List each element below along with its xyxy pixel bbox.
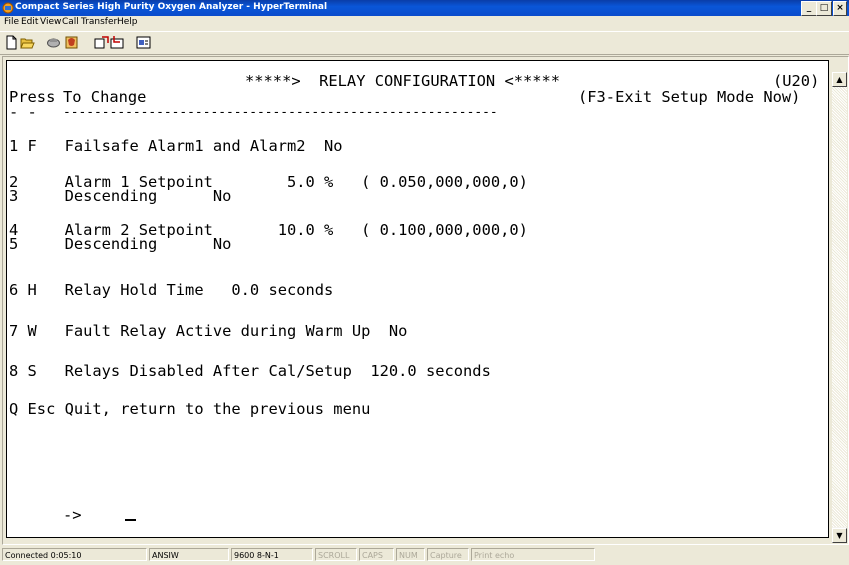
menu-file[interactable]: File bbox=[4, 17, 19, 27]
menu-transfer[interactable]: Transfer bbox=[81, 17, 117, 27]
scroll-indicator: SCROLL bbox=[315, 548, 357, 561]
caps-indicator: CAPS bbox=[359, 548, 394, 561]
vertical-scrollbar[interactable]: ▲ ▼ bbox=[832, 72, 847, 543]
text-cursor bbox=[125, 519, 136, 521]
receive-icon[interactable] bbox=[110, 35, 125, 50]
separator-line: ----------------------------------------… bbox=[63, 105, 498, 120]
menu-option-6: 6 H Relay Hold Time 0.0 seconds bbox=[9, 281, 334, 299]
scroll-up-button[interactable]: ▲ bbox=[832, 72, 847, 87]
window-title: Compact Series High Purity Oxygen Analyz… bbox=[15, 2, 328, 12]
scroll-track[interactable] bbox=[832, 87, 847, 527]
capture-indicator: Capture bbox=[427, 548, 469, 561]
status-bar: Connected 0:05:10 ANSIW 9600 8-N-1 SCROL… bbox=[0, 545, 849, 565]
open-icon[interactable] bbox=[20, 35, 35, 50]
port-settings: 9600 8-N-1 bbox=[231, 548, 313, 561]
menu-option-quit: Q Esc Quit, return to the previous menu bbox=[9, 400, 371, 418]
properties-icon[interactable] bbox=[136, 35, 151, 50]
menu-option-3: 3 Descending No bbox=[9, 187, 232, 205]
exit-hint: (F3-Exit Setup Mode Now) bbox=[578, 88, 801, 106]
menu-help[interactable]: Help bbox=[117, 17, 138, 27]
screen-title: *****> RELAY CONFIGURATION <***** bbox=[245, 72, 561, 90]
num-indicator: NUM bbox=[396, 548, 425, 561]
command-prompt: -> bbox=[63, 506, 82, 524]
menu-option-7: 7 W Fault Relay Active during Warm Up No bbox=[9, 322, 408, 340]
menu-option-1: 1 F Failsafe Alarm1 and Alarm2 No bbox=[9, 137, 343, 155]
menu-edit[interactable]: Edit bbox=[21, 17, 38, 27]
menu-option-8: 8 S Relays Disabled After Cal/Setup 120.… bbox=[9, 362, 491, 380]
hyperterminal-icon bbox=[2, 2, 14, 14]
connection-time: Connected 0:05:10 bbox=[2, 548, 147, 561]
close-button[interactable]: × bbox=[833, 1, 847, 16]
print-echo-indicator: Print echo bbox=[471, 548, 595, 561]
title-bar: Compact Series High Purity Oxygen Analyz… bbox=[0, 0, 849, 16]
disconnect-icon[interactable] bbox=[46, 35, 61, 50]
menu-view[interactable]: View bbox=[40, 17, 61, 27]
maximize-button[interactable]: □ bbox=[816, 1, 832, 16]
minimize-button[interactable]: _ bbox=[801, 1, 817, 16]
send-icon[interactable] bbox=[94, 35, 109, 50]
emulation-type: ANSIW bbox=[149, 548, 229, 561]
toolbar bbox=[0, 31, 849, 55]
terminal-screen[interactable]: *****> RELAY CONFIGURATION <***** (U20) … bbox=[6, 60, 829, 538]
menu-bar: File Edit View Call Transfer Help bbox=[0, 16, 849, 30]
scroll-down-button[interactable]: ▼ bbox=[832, 528, 847, 543]
dial-icon[interactable] bbox=[64, 35, 79, 50]
menu-call[interactable]: Call bbox=[62, 17, 79, 27]
separator-left: - - bbox=[9, 103, 37, 121]
new-icon[interactable] bbox=[4, 35, 19, 50]
menu-option-5: 5 Descending No bbox=[9, 235, 232, 253]
